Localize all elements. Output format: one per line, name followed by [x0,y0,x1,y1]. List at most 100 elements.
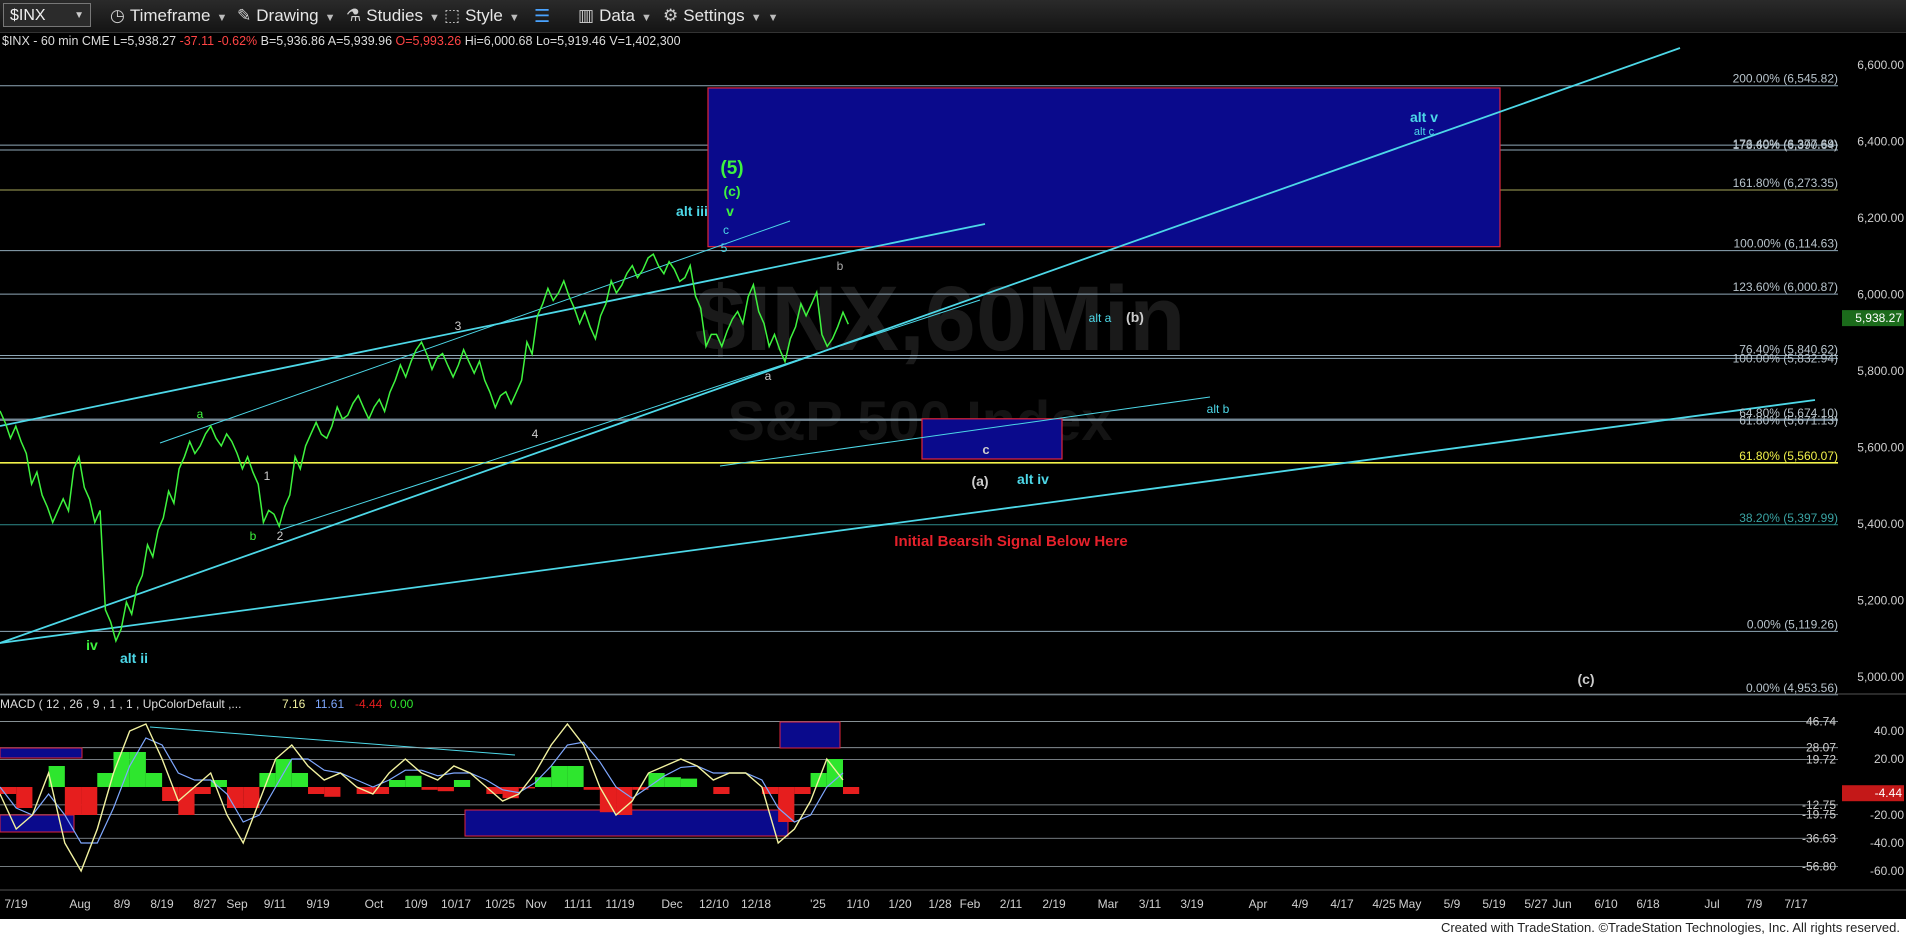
macd-histogram-bar [583,787,600,790]
macd-level-label: -19.75 [1802,808,1836,822]
macd-histogram-bar [778,787,795,822]
x-tick-label: 9/19 [306,897,330,911]
macd-legend-value-2: 11.61 [315,697,344,711]
fib-label: 173.60% (6,390.64) [1733,138,1838,152]
x-tick-label: 4/17 [1330,897,1354,911]
x-tick-label: Apr [1249,897,1268,911]
price-axis: 6,600.00 6,400.00 6,200.00 6,000.00 5,800.00… [1838,42,1906,687]
fib-label: 123.60% (6,000.87) [1733,280,1838,294]
wave-label: 2 [277,529,284,543]
macd-panel: 46.7428.0719.72-12.75-19.75-36.63-56.804… [0,693,1906,890]
fib-label: 61.80% (5,671.13) [1739,413,1838,427]
macd-histogram-bar [534,777,552,787]
macd-y-tick: 20.00 [1874,752,1904,766]
macd-histogram-bar [324,787,341,797]
wave-label: iv [86,637,98,653]
target-zone-upper-target [707,87,1501,248]
x-tick-label: 6/18 [1636,897,1660,911]
macd-histogram-bar [308,787,325,794]
macd-histogram-bar [680,778,698,787]
x-tick-label: '25 [810,897,826,911]
fib-label: 161.80% (6,273.35) [1733,176,1838,190]
y-tick-label: 6,600.00 [1857,58,1904,72]
wave-label: b [250,529,257,543]
x-tick-label: 1/20 [888,897,912,911]
macd-title: MACD ( 12 , 26 , 9 , 1 , 1 , UpColorDefa… [0,697,241,711]
macd-level-label: -36.63 [1802,831,1836,845]
footer-credit: Created with TradeStation. ©TradeStation… [1440,920,1900,935]
wave-label: a [765,369,772,383]
wave-label: alt c [1414,126,1435,138]
macd-histogram-bar [178,787,195,815]
x-tick-label: 2/19 [1042,897,1066,911]
macd-histogram-bar [243,787,260,808]
x-tick-label: 10/17 [441,897,471,911]
x-tick-label: 10/9 [404,897,428,911]
y-tick-label: 6,400.00 [1857,135,1904,149]
macd-histogram-bar [616,787,633,815]
macd-value-label: -4.44 [1875,786,1903,800]
y-tick-label: 6,200.00 [1857,211,1904,225]
macd-histogram-bar [81,787,98,815]
wave-label: alt a [1089,311,1112,325]
macd-histogram-bar [16,787,33,808]
macd-legend-value-3: -4.44 [355,697,383,711]
fib-label: 100.00% (5,832.94) [1733,351,1838,365]
fib-label: 200.00% (6,545.82) [1733,72,1838,86]
fib-label: 100.00% (6,114.63) [1733,237,1838,251]
macd-histogram-bar [551,766,568,787]
x-tick-label: 3/11 [1139,897,1162,911]
wave-label: (5) [720,158,743,179]
x-tick-label: Aug [69,897,90,911]
fib-label: 0.00% (4,953.56) [1746,681,1838,695]
wave-label: alt ii [120,650,148,666]
wave-label: v [726,203,734,219]
x-tick-label: 1/10 [846,897,870,911]
x-tick-label: 8/19 [150,897,174,911]
price-chart[interactable]: $INX,60Min S&P 500 Index 200.00% (6,545.… [0,0,1906,937]
fib-label: 0.00% (5,119.26) [1747,617,1838,631]
y-tick-label: 6,000.00 [1857,288,1904,302]
x-tick-label: 9/11 [264,897,287,911]
x-tick-label: 5/19 [1482,897,1506,911]
macd-histogram-bar [421,787,438,790]
macd-histogram-bar [194,787,211,794]
x-tick-label: Jun [1552,897,1571,911]
watermark-symbol: $INX,60Min [695,268,1186,370]
x-tick-label: 7/9 [1746,897,1763,911]
x-tick-label: 10/25 [485,897,515,911]
wave-label: alt v [1410,109,1438,125]
wave-label: (c) [723,183,740,199]
x-tick-label: 12/18 [741,897,771,911]
x-tick-label: Sep [226,897,248,911]
wave-label: 1 [264,469,271,483]
y-tick-label: 5,000.00 [1857,670,1904,684]
x-tick-label: 12/10 [699,897,729,911]
target-zone-lower-target [921,418,1063,460]
x-tick-label: 7/19 [4,897,28,911]
wave-label: alt iv [1017,471,1049,487]
y-tick-label: 5,800.00 [1857,364,1904,378]
macd-histogram-bar [713,787,730,794]
x-tick-label: 11/19 [605,897,634,911]
last-price-label: 5,938.27 [1855,311,1902,325]
wave-label: (c) [1577,671,1594,687]
x-tick-label: May [1399,897,1422,911]
macd-legend-value-1: 7.16 [282,697,306,711]
macd-histogram-bar [567,766,584,787]
macd-level-label: 46.74 [1806,715,1836,729]
wave-label: c [982,442,989,457]
x-tick-label: 11/11 [564,897,593,911]
macd-legend-value-4: 0.00 [390,697,414,711]
x-tick-label: 4/25 [1372,897,1396,911]
wave-label: 5 [721,241,728,255]
x-tick-label: 7/17 [1784,897,1808,911]
wave-label: (a) [971,473,988,489]
macd-y-tick: -20.00 [1870,808,1904,822]
macd-histogram-bar [794,787,811,794]
wave-label: alt b [1207,402,1230,416]
y-tick-label: 5,400.00 [1857,517,1904,531]
macd-histogram-bar [437,787,454,792]
macd-histogram-bar [113,752,130,787]
macd-histogram-bar [664,777,681,787]
